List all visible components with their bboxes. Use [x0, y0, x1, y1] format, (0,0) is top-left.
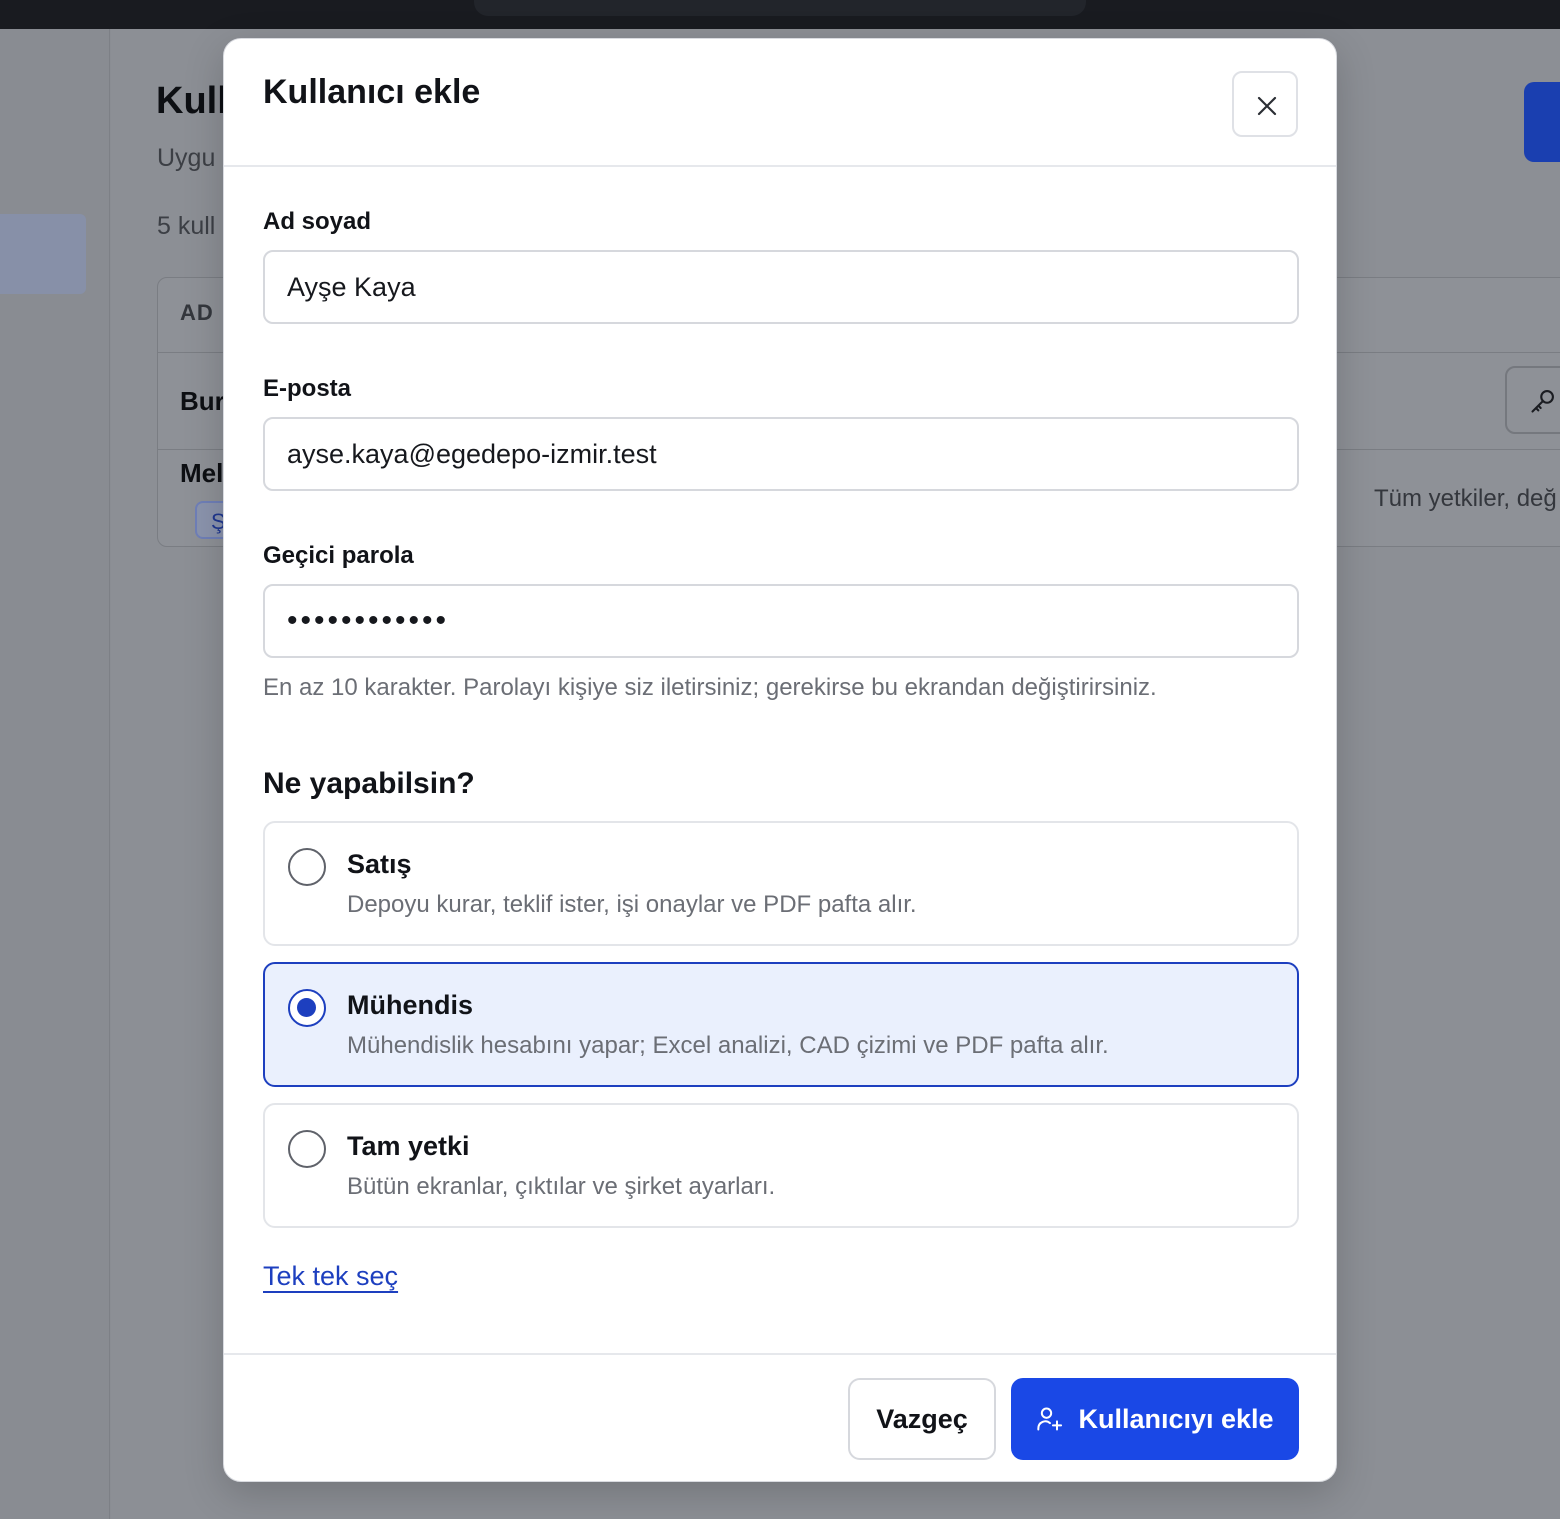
- radio-button-selected[interactable]: [288, 989, 326, 1027]
- role-description: Mühendislik hesabını yapar; Excel analiz…: [347, 1032, 1109, 1059]
- add-user-button[interactable]: Kullanıcıyı ekle: [1011, 1378, 1299, 1460]
- password-field[interactable]: [263, 584, 1299, 658]
- email-field-label: E-posta: [263, 375, 352, 402]
- role-option-sales[interactable]: Satış Depoyu kurar, teklif ister, işi on…: [263, 821, 1299, 946]
- address-bar: [474, 0, 1086, 16]
- background-page-title: Kull: [156, 80, 228, 122]
- role-name: Mühendis: [347, 990, 473, 1020]
- background-table-cell: Bur: [180, 386, 225, 416]
- background-table-header: AD: [180, 300, 214, 325]
- dialog-footer-divider: [224, 1353, 1336, 1355]
- dialog-title: Kullanıcı ekle: [263, 73, 481, 111]
- password-field-label: Geçici parola: [263, 542, 414, 569]
- roles-section-title: Ne yapabilsin?: [263, 767, 475, 800]
- radio-button[interactable]: [288, 848, 326, 886]
- add-user-button-label: Kullanıcıyı ekle: [1078, 1403, 1274, 1434]
- password-hint: En az 10 karakter. Parolayı kişiye siz i…: [263, 674, 1157, 701]
- radio-button[interactable]: [288, 1130, 326, 1168]
- name-field-label: Ad soyad: [263, 208, 372, 235]
- background-user-count: 5 kull: [157, 212, 216, 240]
- dialog-header: Kullanıcı ekle: [224, 39, 1336, 167]
- role-description: Bütün ekranlar, çıktılar ve şirket ayarl…: [347, 1173, 776, 1200]
- close-button[interactable]: [1232, 71, 1298, 137]
- add-user-dialog: Kullanıcı ekle Ad soyad E-posta Geçici p…: [223, 38, 1337, 1482]
- background-key-button: [1505, 366, 1560, 434]
- background-permissions-text: Tüm yetkiler, değ: [1374, 485, 1557, 512]
- role-option-full-access[interactable]: Tam yetki Bütün ekranlar, çıktılar ve şi…: [263, 1103, 1299, 1228]
- background-page-subtitle: Uygu: [157, 144, 216, 172]
- custom-permissions-link[interactable]: Tek tek seç: [263, 1261, 398, 1292]
- user-plus-icon: [1037, 1407, 1063, 1431]
- name-field[interactable]: [263, 250, 1299, 324]
- role-description: Depoyu kurar, teklif ister, işi onaylar …: [347, 891, 917, 918]
- cancel-button[interactable]: Vazgeç: [848, 1378, 996, 1460]
- role-name: Satış: [347, 849, 412, 879]
- radio-selected-dot: [297, 998, 316, 1017]
- background-primary-button: [1524, 82, 1560, 162]
- background-table-cell: Mel: [180, 458, 224, 488]
- close-icon: [1257, 96, 1277, 116]
- role-name: Tam yetki: [347, 1131, 470, 1161]
- key-icon: [1531, 390, 1554, 413]
- background-sidebar-active-item: [0, 214, 86, 294]
- role-option-engineer[interactable]: Mühendis Mühendislik hesabını yapar; Exc…: [263, 962, 1299, 1087]
- window-top-bar: [0, 0, 1560, 29]
- email-field[interactable]: [263, 417, 1299, 491]
